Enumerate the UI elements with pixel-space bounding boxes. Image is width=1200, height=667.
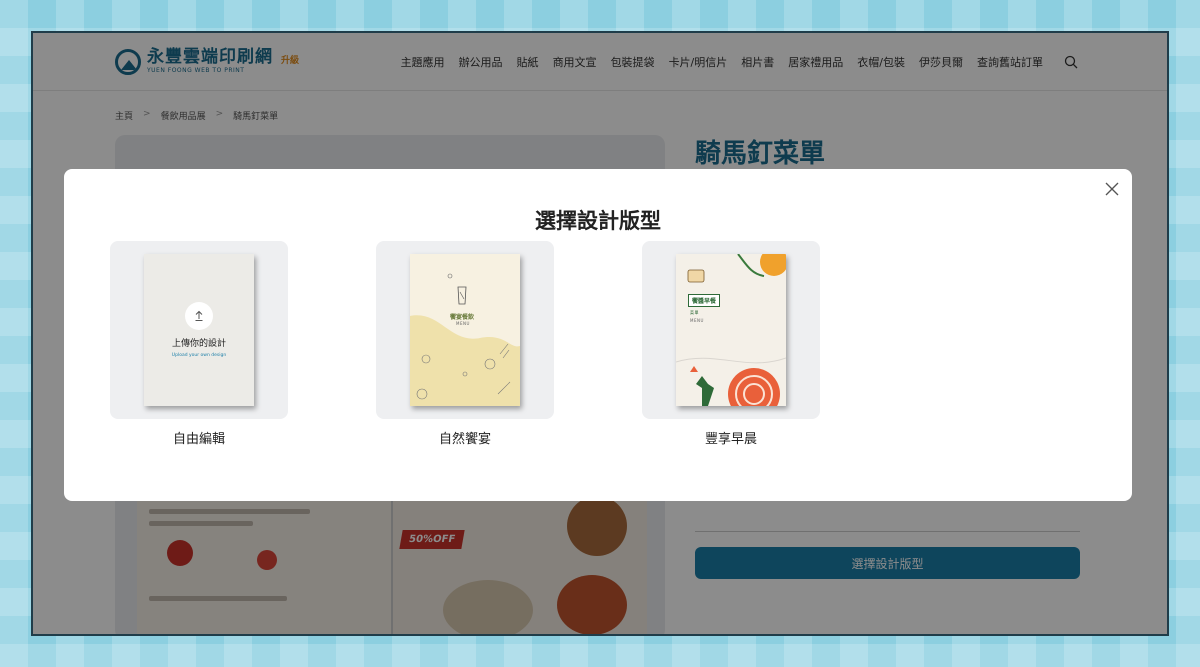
template-thumbnail: 饗宴餐飲 MENU xyxy=(376,241,554,419)
upload-label-en: Upload your own design xyxy=(171,353,227,358)
template-label: 自然饗宴 xyxy=(438,432,491,447)
browser-frame: 永豐雲端印刷網 YUEN FOONG WEB TO PRINT 升級 主題應用 … xyxy=(31,31,1169,636)
bountiful-morning-illustration xyxy=(676,254,786,406)
bountiful-morning-menu-label: MENU xyxy=(690,318,704,323)
bountiful-morning-sub-label: 菜單 xyxy=(690,310,699,315)
template-card-free-edit[interactable]: 上傳你的設計 Upload your own design 自由編輯 xyxy=(110,241,288,447)
natural-feast-illustration xyxy=(410,273,520,406)
template-picker-modal: 選擇設計版型 上傳你的設計 Upload your own design 自由編… xyxy=(64,169,1132,501)
template-thumbnail: 饗醬早餐 菜單 MENU xyxy=(642,241,820,419)
template-list: 上傳你的設計 Upload your own design 自由編輯 饗宴餐飲 … xyxy=(110,241,820,447)
close-icon xyxy=(1105,182,1119,196)
bountiful-morning-page-preview: 饗醬早餐 菜單 MENU xyxy=(676,254,786,406)
close-button[interactable] xyxy=(1104,181,1120,197)
website-background: 永豐雲端印刷網 YUEN FOONG WEB TO PRINT 升級 主題應用 … xyxy=(33,33,1167,634)
upload-page-preview: 上傳你的設計 Upload your own design xyxy=(144,254,254,406)
template-card-natural-feast[interactable]: 饗宴餐飲 MENU 自然饗宴 xyxy=(376,241,554,447)
upload-icon xyxy=(185,302,213,330)
template-thumbnail: 上傳你的設計 Upload your own design xyxy=(110,241,288,419)
template-card-bountiful-morning[interactable]: 饗醬早餐 菜單 MENU 豐享早晨 xyxy=(642,241,820,447)
natural-feast-brand: 饗宴餐飲 xyxy=(450,314,475,321)
bountiful-morning-brand: 饗醬早餐 xyxy=(688,294,721,307)
natural-feast-menu-label: MENU xyxy=(456,321,470,326)
modal-title: 選擇設計版型 xyxy=(535,209,661,233)
natural-feast-page-preview: 饗宴餐飲 MENU xyxy=(410,254,520,406)
template-label: 自由編輯 xyxy=(172,432,225,447)
upload-label-cn: 上傳你的設計 xyxy=(171,339,226,349)
template-label: 豐享早晨 xyxy=(704,432,757,447)
